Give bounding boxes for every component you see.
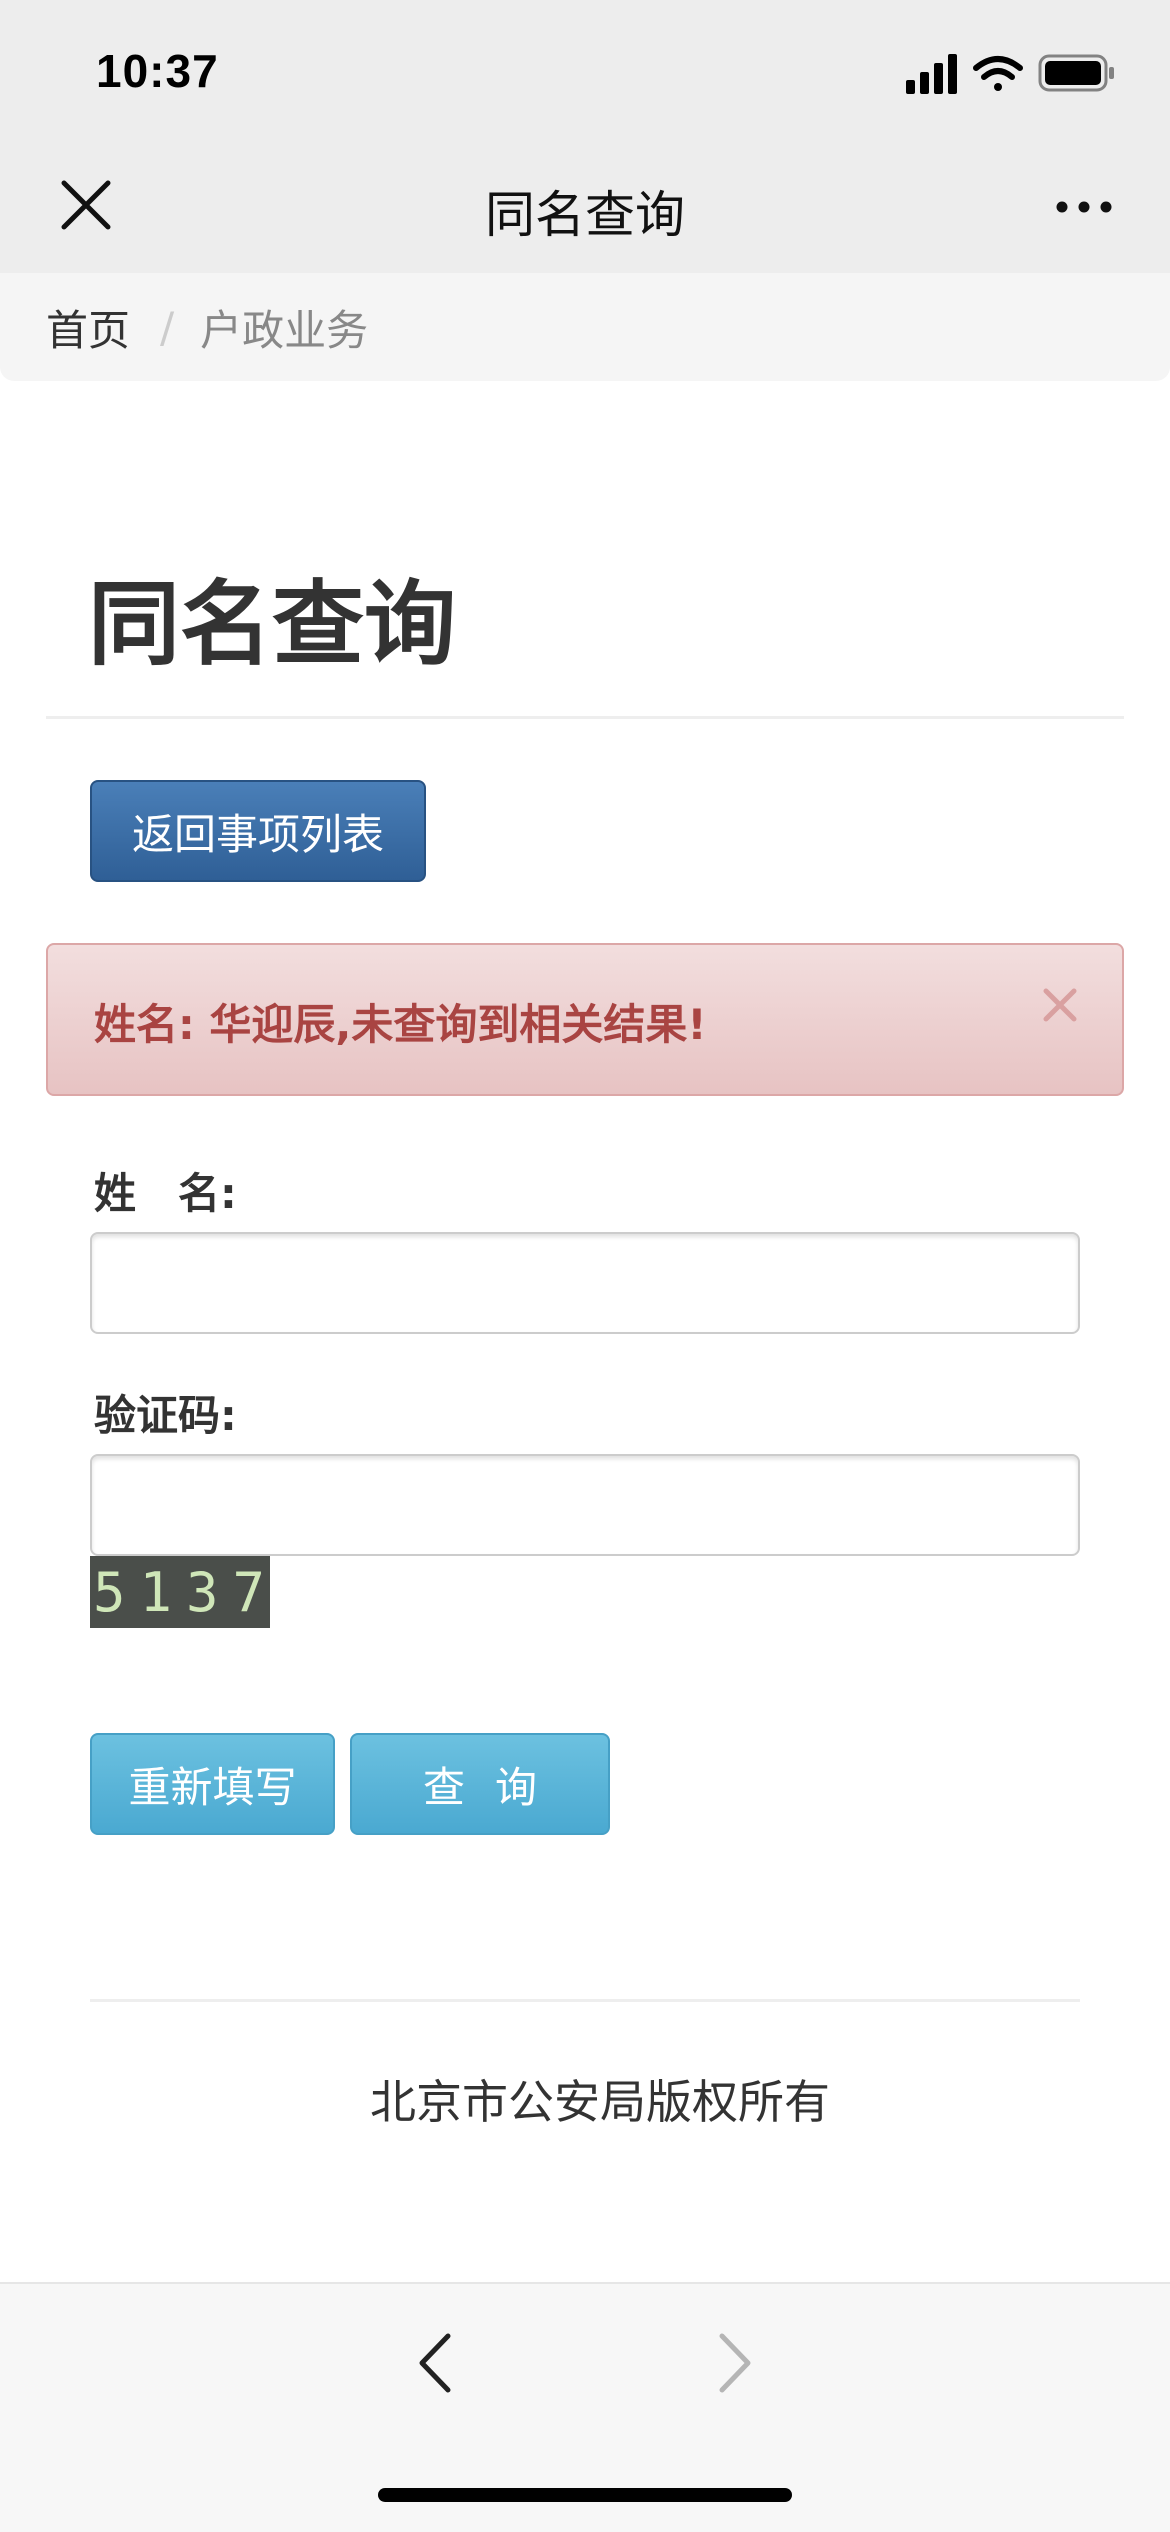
breadcrumb-home-link[interactable]: 首页 [46, 297, 130, 358]
name-input[interactable] [90, 1232, 1080, 1334]
query-button[interactable]: 查询 [350, 1733, 610, 1835]
breadcrumb: 首页 / 户政业务 [0, 273, 1170, 381]
captcha-input[interactable] [90, 1454, 1080, 1556]
battery-icon [1038, 54, 1114, 92]
reset-button[interactable]: 重新填写 [90, 1733, 335, 1835]
more-icon[interactable] [1054, 197, 1114, 217]
title-divider [46, 716, 1124, 719]
back-to-list-button[interactable]: 返回事项列表 [90, 780, 426, 882]
error-alert: 姓名: 华迎辰,未查询到相关结果! [46, 943, 1124, 1096]
captcha-image[interactable]: 5137 [90, 1556, 270, 1628]
wifi-icon [973, 56, 1023, 91]
status-time: 10:37 [96, 45, 219, 97]
home-indicator [378, 2488, 792, 2502]
footer-divider [90, 1999, 1080, 2002]
breadcrumb-separator: / [160, 302, 175, 352]
nav-title: 同名查询 [485, 186, 685, 244]
page-title: 同名查询 [88, 571, 457, 678]
captcha-label: 验证码: [94, 1391, 237, 1440]
name-label: 姓 名: [94, 1169, 237, 1218]
chevron-right-icon[interactable] [710, 2328, 760, 2398]
chevron-left-icon[interactable] [410, 2328, 460, 2398]
alert-message: 姓名: 华迎辰,未查询到相关结果! [94, 1000, 707, 1049]
breadcrumb-current: 户政业务 [200, 305, 369, 355]
footer-copyright: 北京市公安局版权所有 [370, 2075, 830, 2129]
page: 10:37 同名查询 首页 / 户政业务 同名查询 返回事项列表 姓名: 华迎辰… [0, 0, 1170, 2532]
nav-bar: 同名查询 [0, 145, 1170, 273]
alert-close-icon[interactable] [1040, 985, 1080, 1025]
status-icons [906, 52, 1116, 96]
signal-icon [906, 54, 957, 94]
status-bar: 10:37 [0, 0, 1170, 145]
